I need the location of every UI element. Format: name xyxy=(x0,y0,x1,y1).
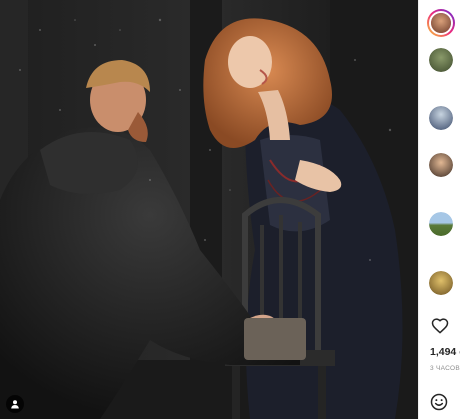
smile-face-icon xyxy=(430,393,448,411)
post-photo[interactable] xyxy=(0,0,418,419)
heart-outline-icon xyxy=(431,318,449,334)
post-timestamp[interactable]: 3 ЧАСОВ xyxy=(430,365,460,372)
comment-avatar[interactable] xyxy=(429,212,453,236)
post-side-panel: 1,494 с 3 ЧАСОВ xyxy=(418,0,460,419)
emoji-button[interactable] xyxy=(430,393,448,416)
tagged-people-button[interactable] xyxy=(6,395,24,413)
comment-avatar[interactable] xyxy=(429,106,453,130)
author-avatar[interactable] xyxy=(427,9,455,37)
comment-avatar[interactable] xyxy=(429,153,453,177)
person-icon xyxy=(11,400,19,409)
like-button[interactable] xyxy=(431,317,449,339)
instagram-post-view: 1,494 с 3 ЧАСОВ xyxy=(0,0,460,419)
comment-avatar[interactable] xyxy=(429,48,453,72)
likes-count[interactable]: 1,494 с xyxy=(430,346,460,358)
comment-avatar[interactable] xyxy=(429,271,453,295)
stage-scene-image xyxy=(0,0,418,419)
